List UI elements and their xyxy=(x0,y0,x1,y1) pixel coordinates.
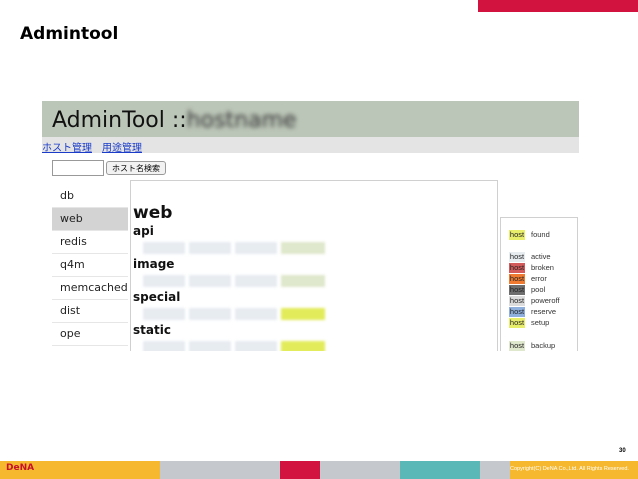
sidebar-item-db[interactable]: db xyxy=(52,185,128,208)
host-search-input[interactable] xyxy=(52,160,104,176)
legend-label: found xyxy=(531,230,550,239)
legend-label: pool xyxy=(531,285,546,294)
status-badge: host xyxy=(509,230,525,240)
legend-label: backup xyxy=(531,341,556,350)
legend-label: error xyxy=(531,274,547,283)
nav-host-management[interactable]: ホスト管理 xyxy=(42,139,92,154)
dena-logo: DeNA xyxy=(6,463,35,473)
slide-title: Admintool xyxy=(20,24,119,44)
legend-item-broken: host broken xyxy=(509,263,554,273)
nav-bar: ホスト管理 用途管理 xyxy=(42,137,579,154)
top-accent-bar xyxy=(478,0,638,12)
host-cell[interactable] xyxy=(235,341,277,351)
legend-item-pool: host pool xyxy=(509,285,545,295)
sidebar-item-web[interactable]: web xyxy=(52,208,128,231)
app-title: AdminTool ::hostname xyxy=(52,108,297,133)
host-search-button[interactable]: ホスト名検索 xyxy=(106,161,166,175)
group-title-special: special xyxy=(133,290,181,304)
legend-label: active xyxy=(531,252,551,261)
status-badge: host xyxy=(509,285,525,295)
host-cell[interactable] xyxy=(235,275,277,287)
copyright-text: Copyright(C) DeNA Co.,Ltd. All Rights Re… xyxy=(510,466,629,472)
admintool-screenshot: AdminTool ::hostname ホスト管理 用途管理 ホスト名検索 d… xyxy=(42,101,579,351)
host-cell[interactable] xyxy=(143,341,185,351)
legend-item-backup: host backup xyxy=(509,341,555,351)
sidebar-item-q4m[interactable]: q4m xyxy=(52,254,128,277)
host-cell[interactable] xyxy=(235,308,277,320)
host-cell[interactable] xyxy=(189,341,231,351)
status-badge: host xyxy=(509,341,525,351)
legend-label: broken xyxy=(531,263,554,272)
legend-label: reserve xyxy=(531,307,557,316)
footer-segment xyxy=(160,461,280,479)
host-cell[interactable] xyxy=(281,242,325,254)
app-header: AdminTool ::hostname xyxy=(42,101,579,137)
status-badge: host xyxy=(509,274,525,284)
status-badge: host xyxy=(509,307,525,317)
host-cell[interactable] xyxy=(143,242,185,254)
host-cell[interactable] xyxy=(281,275,325,287)
section-title: web xyxy=(133,203,173,223)
footer-segment xyxy=(280,461,320,479)
host-cell[interactable] xyxy=(143,275,185,287)
legend-item-poweroff: host poweroff xyxy=(509,296,560,306)
sidebar-item-memcached[interactable]: memcached xyxy=(52,277,128,300)
sidebar-item-dist[interactable]: dist xyxy=(52,300,128,323)
group-title-api: api xyxy=(133,224,154,238)
footer-segment xyxy=(320,461,400,479)
footer-segment xyxy=(480,461,510,479)
host-cell[interactable] xyxy=(235,242,277,254)
legend-item-found: host found xyxy=(509,230,550,240)
host-cell[interactable] xyxy=(189,308,231,320)
group-title-static: static xyxy=(133,323,171,337)
host-panel: web api image special static xyxy=(130,180,498,351)
status-badge: host xyxy=(509,252,525,262)
legend-label: poweroff xyxy=(531,296,560,305)
status-legend: host found host active host broken host erro… xyxy=(500,217,578,351)
page-number: 30 xyxy=(619,448,626,454)
host-cell[interactable] xyxy=(281,341,325,351)
legend-item-error: host error xyxy=(509,274,547,284)
group-title-image: image xyxy=(133,257,175,271)
sidebar: db web redis q4m memcached dist ope xyxy=(52,185,128,351)
host-cell[interactable] xyxy=(281,308,325,320)
sidebar-item-redis[interactable]: redis xyxy=(52,231,128,254)
host-cell[interactable] xyxy=(189,242,231,254)
app-title-hostname: hostname xyxy=(186,108,297,133)
legend-item-setup: host setup xyxy=(509,318,549,328)
status-badge: host xyxy=(509,296,525,306)
footer-segment xyxy=(400,461,480,479)
legend-item-active: host active xyxy=(509,252,551,262)
status-badge: host xyxy=(509,318,525,328)
app-title-prefix: AdminTool :: xyxy=(52,108,187,133)
status-badge: host xyxy=(509,263,525,273)
legend-item-reserve: host reserve xyxy=(509,307,556,317)
legend-label: setup xyxy=(531,318,550,327)
host-cell[interactable] xyxy=(143,308,185,320)
host-cell[interactable] xyxy=(189,275,231,287)
nav-usage-management[interactable]: 用途管理 xyxy=(102,139,142,154)
sidebar-item-ope[interactable]: ope xyxy=(52,323,128,346)
